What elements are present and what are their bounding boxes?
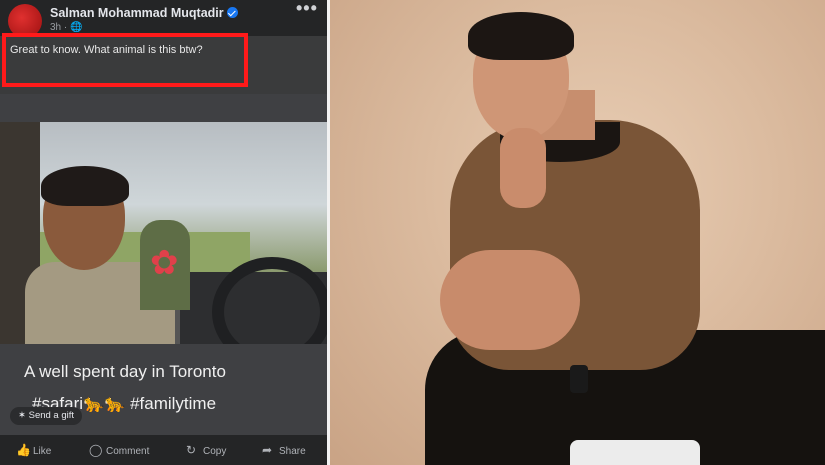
share-button[interactable]: ➦ Share <box>262 443 306 457</box>
man-hair <box>41 166 129 206</box>
highlight-box <box>2 33 248 87</box>
facebook-post-panel: Salman Mohammad Muqtadir 3h · 🌐 ••• Grea… <box>0 0 327 465</box>
white-stool <box>570 440 700 465</box>
send-gift-button[interactable]: ✶ Send a gift <box>10 407 83 425</box>
post-author[interactable]: Salman Mohammad Muqtadir <box>50 6 238 20</box>
verified-badge-icon <box>226 7 238 18</box>
comment-icon: ◯ <box>89 443 103 457</box>
author-name[interactable]: Salman Mohammad Muqtadir <box>50 6 224 20</box>
like-button[interactable]: 👍 Like <box>16 443 51 457</box>
share-icon: ➦ <box>262 443 273 457</box>
action-bar: 👍 Like ◯ Comment ↻ Copy ➦ Share <box>0 437 327 465</box>
embedded-caption: A well spent day in Toronto <box>24 362 226 381</box>
figure-hair <box>468 12 574 60</box>
more-options-icon[interactable]: ••• <box>296 0 318 19</box>
copy-button[interactable]: ↻ Copy <box>186 443 226 457</box>
copy-icon: ↻ <box>186 443 197 457</box>
send-gift-label: Send a gift <box>28 410 75 421</box>
share-label: Share <box>279 446 306 457</box>
thumbs-up-icon: 👍 <box>16 443 31 457</box>
comment-label: Comment <box>106 446 150 457</box>
like-label: Like <box>33 446 52 457</box>
flower-emoji-icon: ✿ <box>150 244 179 282</box>
comment-button[interactable]: ◯ Comment <box>89 443 149 457</box>
wristwatch-icon <box>570 365 588 393</box>
car-selfie-photo[interactable]: ✿ <box>0 122 327 344</box>
figure-forearm <box>440 250 580 350</box>
gift-icon: ✶ <box>18 410 26 421</box>
figure-hand-on-chin <box>500 128 546 208</box>
portrait-photo <box>330 0 825 465</box>
post-timestamp: 3h · 🌐 <box>50 22 83 33</box>
copy-label: Copy <box>203 446 227 457</box>
